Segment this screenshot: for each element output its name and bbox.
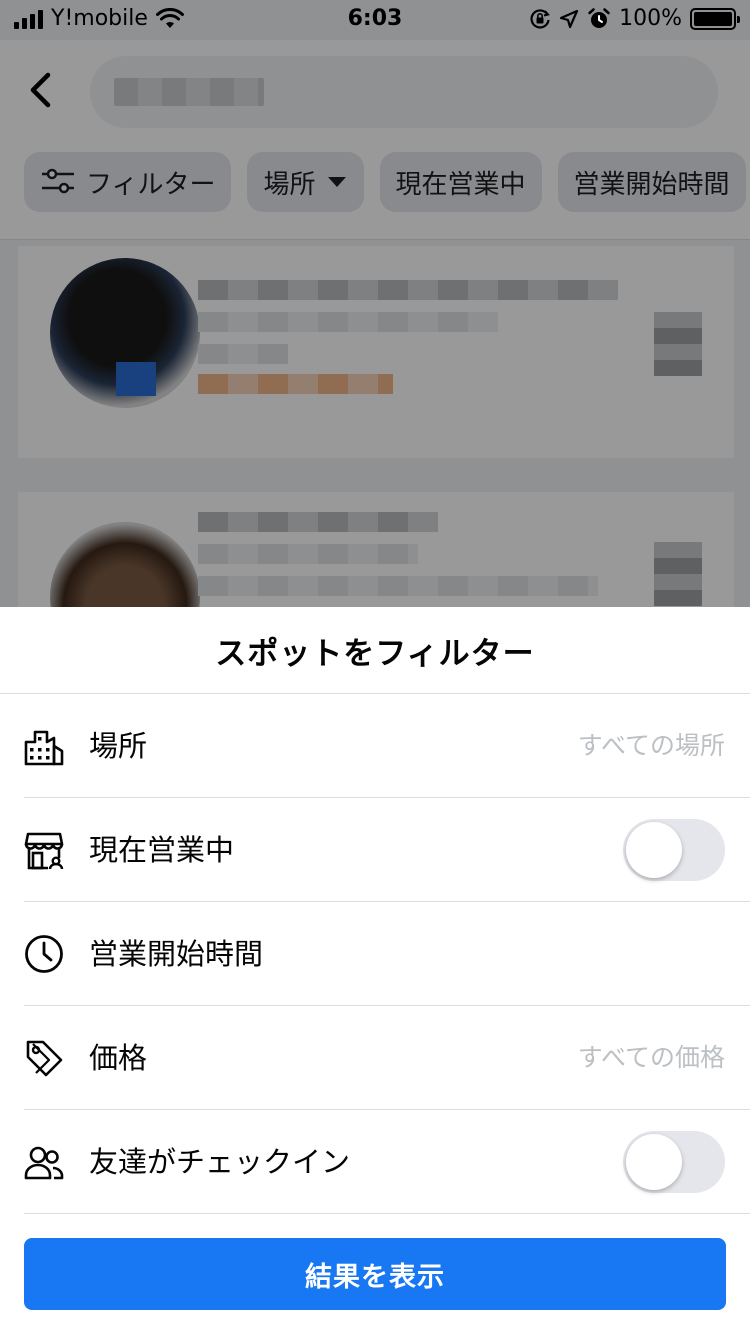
filter-row-location-value: すべての場所 <box>577 731 725 760</box>
filter-bottom-sheet: スポットをフィルター 場所 すべての場所 現在営業中 営業開始時間 価格 すべて… <box>0 607 750 1334</box>
toggle-knob <box>626 822 682 878</box>
status-bar: Y!mobile 6:03 100% <box>0 0 750 40</box>
filter-row-location[interactable]: 場所 すべての場所 <box>0 694 750 798</box>
filter-row-open-now: 現在営業中 <box>0 798 750 902</box>
battery-percent: 100% <box>619 6 682 31</box>
battery-icon <box>690 7 740 30</box>
orientation-lock-icon <box>530 8 550 29</box>
filter-row-friends-checkin-label: 友達がチェックイン <box>89 1145 351 1179</box>
sheet-title: スポットをフィルター <box>0 607 750 694</box>
divider <box>24 1213 750 1214</box>
filter-row-opening-hours[interactable]: 営業開始時間 <box>0 902 750 1006</box>
filter-row-price[interactable]: 価格 すべての価格 <box>0 1006 750 1110</box>
building-icon <box>24 730 64 766</box>
storefront-icon <box>24 832 64 870</box>
alarm-icon <box>588 7 610 28</box>
toggle-knob <box>626 1134 682 1190</box>
filter-row-price-value: すべての価格 <box>577 1043 725 1072</box>
price-tag-icon <box>26 1040 63 1077</box>
friends-icon <box>24 1146 64 1180</box>
filter-row-opening-hours-label: 営業開始時間 <box>89 937 264 971</box>
status-right: 100% <box>529 6 740 31</box>
friends-checkin-toggle[interactable] <box>623 1131 725 1193</box>
filter-row-price-label: 価格 <box>89 1041 148 1075</box>
filter-row-open-now-label: 現在営業中 <box>89 833 235 867</box>
clock-icon <box>25 935 63 973</box>
location-icon <box>559 9 579 28</box>
dim-overlay[interactable] <box>0 0 750 607</box>
filter-row-location-label: 場所 <box>89 729 148 763</box>
show-results-button[interactable]: 結果を表示 <box>24 1238 726 1310</box>
open-now-toggle[interactable] <box>623 819 725 881</box>
filter-row-friends-checkin: 友達がチェックイン <box>0 1110 750 1214</box>
